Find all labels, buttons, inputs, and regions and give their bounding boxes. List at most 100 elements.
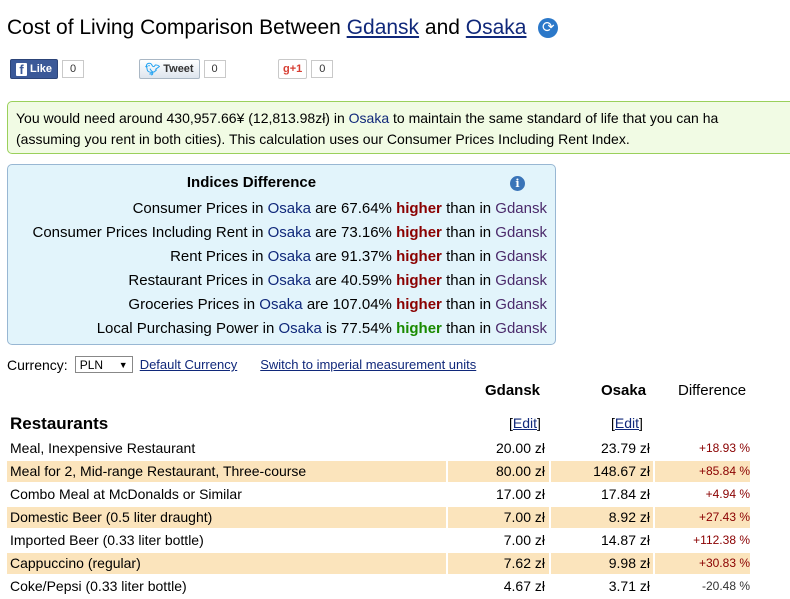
item-name: Cappuccino (regular)	[10, 555, 141, 571]
facebook-like-button[interactable]: f Like	[10, 59, 59, 79]
edit-gdansk: [Edit]	[509, 415, 541, 431]
indices-difference-box: Indices Difference i Consumer Prices in …	[7, 164, 556, 345]
index-than: than in	[446, 248, 492, 265]
index-than: than in	[446, 224, 492, 241]
item-name: Coke/Pepsi (0.33 liter bottle)	[10, 578, 187, 594]
item-name: Imported Beer (0.33 liter bottle)	[10, 532, 204, 548]
index-city-a: Osaka	[278, 320, 322, 337]
price-difference: +4.94 %	[705, 487, 750, 501]
price-osaka: 3.71 zł	[608, 578, 650, 594]
google-plus: g+1 0	[278, 59, 334, 79]
indices-rows: Consumer Prices in Osaka are 67.64% high…	[33, 198, 548, 342]
index-label: Rent Prices in	[170, 248, 264, 265]
tweet-button[interactable]: 🐦︎ Tweet	[139, 59, 200, 79]
column-header-gdansk: Gdansk	[485, 382, 541, 399]
price-gdansk: 7.62 zł	[503, 555, 545, 571]
index-row: Groceries Prices in Osaka are 107.04% hi…	[33, 294, 547, 318]
price-difference: -20.48 %	[701, 579, 750, 593]
index-row: Rent Prices in Osaka are 91.37% higher t…	[33, 246, 547, 270]
summary-line-1: You would need around 430,957.66¥ (12,81…	[16, 108, 790, 129]
index-city-a: Osaka	[267, 272, 311, 289]
default-currency-link[interactable]: Default Currency	[140, 357, 238, 372]
index-city-b: Gdansk	[495, 320, 547, 337]
index-city-b: Gdansk	[495, 272, 547, 289]
info-icon[interactable]: i	[510, 176, 525, 191]
facebook-like: f Like 0	[10, 59, 85, 79]
edit-gdansk-link[interactable]: Edit	[513, 415, 537, 431]
like-label: Like	[30, 63, 53, 75]
price-difference: +85.84 %	[698, 464, 750, 478]
price-osaka: 9.98 zł	[608, 555, 650, 571]
index-label: Restaurant Prices in	[128, 272, 264, 289]
table-row: Cappuccino (regular) 7.62 zł 9.98 zł +30.83…	[7, 553, 750, 576]
currency-selected: PLN	[79, 357, 104, 372]
table-row: Meal for 2, Mid-range Restaurant, Three-…	[7, 461, 750, 484]
index-word: higher	[396, 272, 442, 289]
index-percent: are 67.64%	[315, 200, 392, 217]
refresh-icon[interactable]: ⟳	[538, 18, 559, 38]
index-percent: is 77.54%	[326, 320, 392, 337]
price-gdansk: 7.00 zł	[503, 532, 545, 548]
edit-osaka: [Edit]	[611, 415, 643, 431]
index-city-a: Osaka	[267, 200, 311, 217]
index-row: Restaurant Prices in Osaka are 40.59% hi…	[33, 270, 547, 294]
index-percent: are 40.59%	[315, 272, 392, 289]
index-city-a: Osaka	[267, 248, 311, 265]
edit-osaka-link[interactable]: Edit	[615, 415, 639, 431]
index-percent: are 107.04%	[306, 296, 392, 313]
index-city-b: Gdansk	[495, 200, 547, 217]
currency-bar: Currency: PLN ▼ Default Currency Switch …	[7, 356, 476, 373]
city-a-link[interactable]: Gdansk	[347, 16, 419, 39]
currency-select[interactable]: PLN ▼	[74, 356, 133, 373]
table-row: Imported Beer (0.33 liter bottle) 7.00 zł…	[7, 530, 750, 553]
index-percent: are 73.16%	[315, 224, 392, 241]
index-label: Consumer Prices in	[132, 200, 264, 217]
like-count: 0	[62, 60, 85, 78]
price-gdansk: 80.00 zł	[495, 463, 545, 479]
price-gdansk: 4.67 zł	[503, 578, 545, 594]
index-label: Groceries Prices in	[128, 296, 256, 313]
price-gdansk: 17.00 zł	[495, 486, 545, 502]
item-name: Meal for 2, Mid-range Restaurant, Three-…	[10, 463, 307, 479]
imperial-units-link[interactable]: Switch to imperial measurement units	[260, 357, 476, 372]
indices-title: Indices Difference	[186, 174, 317, 191]
column-header-osaka: Osaka	[601, 382, 647, 399]
index-city-b: Gdansk	[495, 296, 547, 313]
title-prefix: Cost of Living Comparison Between	[7, 16, 341, 39]
price-osaka: 14.87 zł	[600, 532, 650, 548]
page-title: Cost of Living Comparison Between Gdansk…	[7, 16, 559, 40]
table-row: Meal, Inexpensive Restaurant 20.00 zł 23.7…	[7, 438, 750, 461]
index-row: Consumer Prices Including Rent in Osaka …	[33, 222, 548, 246]
currency-label: Currency:	[7, 356, 68, 373]
price-osaka: 17.84 zł	[600, 486, 650, 502]
index-than: than in	[446, 320, 492, 337]
price-difference: +112.38 %	[693, 533, 750, 547]
gplus-count: 0	[311, 60, 334, 78]
summary-text-2: to maintain the same standard of life th…	[393, 110, 719, 126]
index-city-a: Osaka	[267, 224, 311, 241]
facebook-icon: f	[16, 62, 27, 76]
price-difference: +30.83 %	[698, 556, 750, 570]
chevron-down-icon: ▼	[118, 359, 128, 370]
item-name: Meal, Inexpensive Restaurant	[10, 440, 196, 456]
index-than: than in	[446, 200, 492, 217]
index-word: higher	[396, 200, 442, 217]
city-b-link[interactable]: Osaka	[466, 16, 527, 39]
index-than: than in	[446, 296, 492, 313]
index-row: Local Purchasing Power in Osaka is 77.54…	[33, 318, 547, 342]
summary-line-2: (assuming you rent in both cities). This…	[16, 131, 630, 147]
index-label: Local Purchasing Power in	[96, 320, 275, 337]
index-word: higher	[396, 248, 442, 265]
price-osaka: 23.79 zł	[600, 440, 650, 456]
index-word: higher	[396, 296, 442, 313]
index-word: higher	[396, 224, 442, 241]
twitter-tweet: 🐦︎ Tweet 0	[139, 59, 226, 79]
item-name: Combo Meal at McDonalds or Similar	[10, 486, 242, 502]
index-word: higher	[396, 320, 442, 337]
summary-city: Osaka	[348, 110, 390, 126]
index-city-b: Gdansk	[495, 224, 547, 241]
gplus-button[interactable]: g+1	[278, 59, 308, 79]
index-label: Consumer Prices Including Rent in	[32, 224, 264, 241]
price-table: Meal, Inexpensive Restaurant 20.00 zł 23.7…	[7, 438, 750, 599]
index-than: than in	[446, 272, 492, 289]
